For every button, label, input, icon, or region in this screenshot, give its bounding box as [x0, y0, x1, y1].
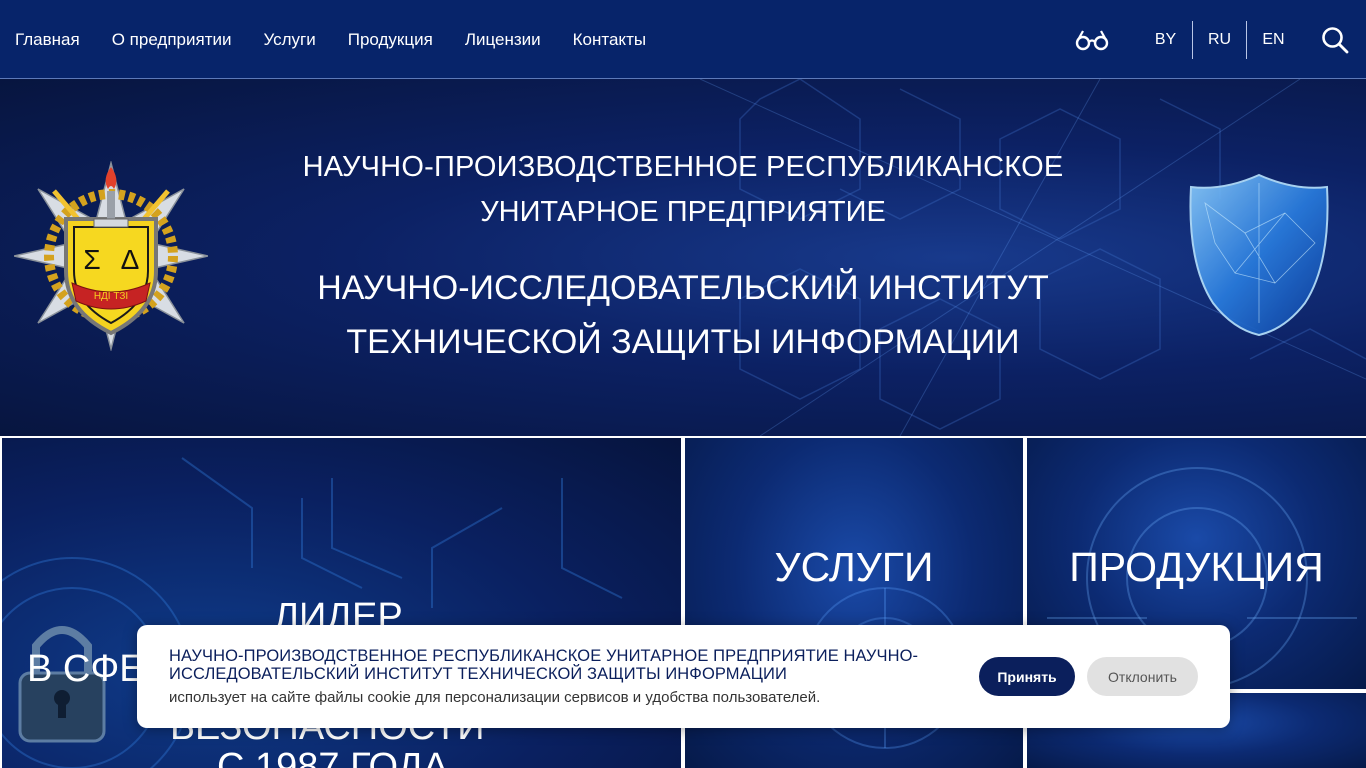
- leader-line-2: В СФЕ: [27, 648, 145, 690]
- lang-en[interactable]: EN: [1247, 21, 1300, 59]
- products-title: ПРОДУКЦИЯ: [1069, 544, 1324, 590]
- cookie-banner: НАУЧНО-ПРОИЗВОДСТВЕННОЕ РЕСПУБЛИКАНСКОЕ …: [137, 625, 1230, 728]
- nav-tools: BY RU EN: [1075, 0, 1366, 79]
- hero-line-2: УНИТАРНОЕ ПРЕДПРИЯТИЕ: [480, 196, 886, 228]
- nav-link-licenses[interactable]: Лицензии: [465, 30, 541, 50]
- nav-link-home[interactable]: Главная: [15, 30, 80, 50]
- leader-line-4: С 1987 ГОДА: [217, 746, 449, 768]
- nav-link-services[interactable]: Услуги: [263, 30, 315, 50]
- nav-link-contacts[interactable]: Контакты: [573, 30, 646, 50]
- hero-banner: НДІ ТЗІ Σ Δ НАУЧНО-ПРОИЗВОДСТВЕННОЕ РЕСП…: [0, 79, 1366, 436]
- hero-line-1: НАУЧНО-ПРОИЗВОДСТВЕННОЕ РЕСПУБЛИКАНСКОЕ: [302, 151, 1064, 183]
- glasses-icon[interactable]: [1075, 28, 1109, 52]
- lang-ru[interactable]: RU: [1193, 21, 1246, 59]
- accept-button[interactable]: Принять: [979, 657, 1075, 696]
- main-menu: Главная О предприятии Услуги Продукция Л…: [15, 0, 646, 79]
- hero-line-4: ТЕХНИЧЕСКОЙ ЗАЩИТЫ ИНФОРМАЦИИ: [346, 323, 1020, 361]
- decline-button[interactable]: Отклонить: [1087, 657, 1198, 696]
- nav-link-about[interactable]: О предприятии: [112, 30, 232, 50]
- hero-line-3: НАУЧНО-ИССЛЕДОВАТЕЛЬСКИЙ ИНСТИТУТ: [317, 269, 1049, 307]
- shield-icon: [1189, 173, 1329, 337]
- cookie-text: использует на сайте файлы cookie для пер…: [169, 689, 821, 706]
- search-icon[interactable]: [1320, 25, 1350, 55]
- cookie-title: НАУЧНО-ПРОИЗВОДСТВЕННОЕ РЕСПУБЛИКАНСКОЕ …: [169, 647, 919, 683]
- page: Главная О предприятии Услуги Продукция Л…: [0, 0, 1366, 768]
- nav-link-products[interactable]: Продукция: [348, 30, 433, 50]
- top-navbar: Главная О предприятии Услуги Продукция Л…: [0, 0, 1366, 79]
- lang-by[interactable]: BY: [1139, 21, 1192, 59]
- services-title: УСЛУГИ: [774, 544, 934, 590]
